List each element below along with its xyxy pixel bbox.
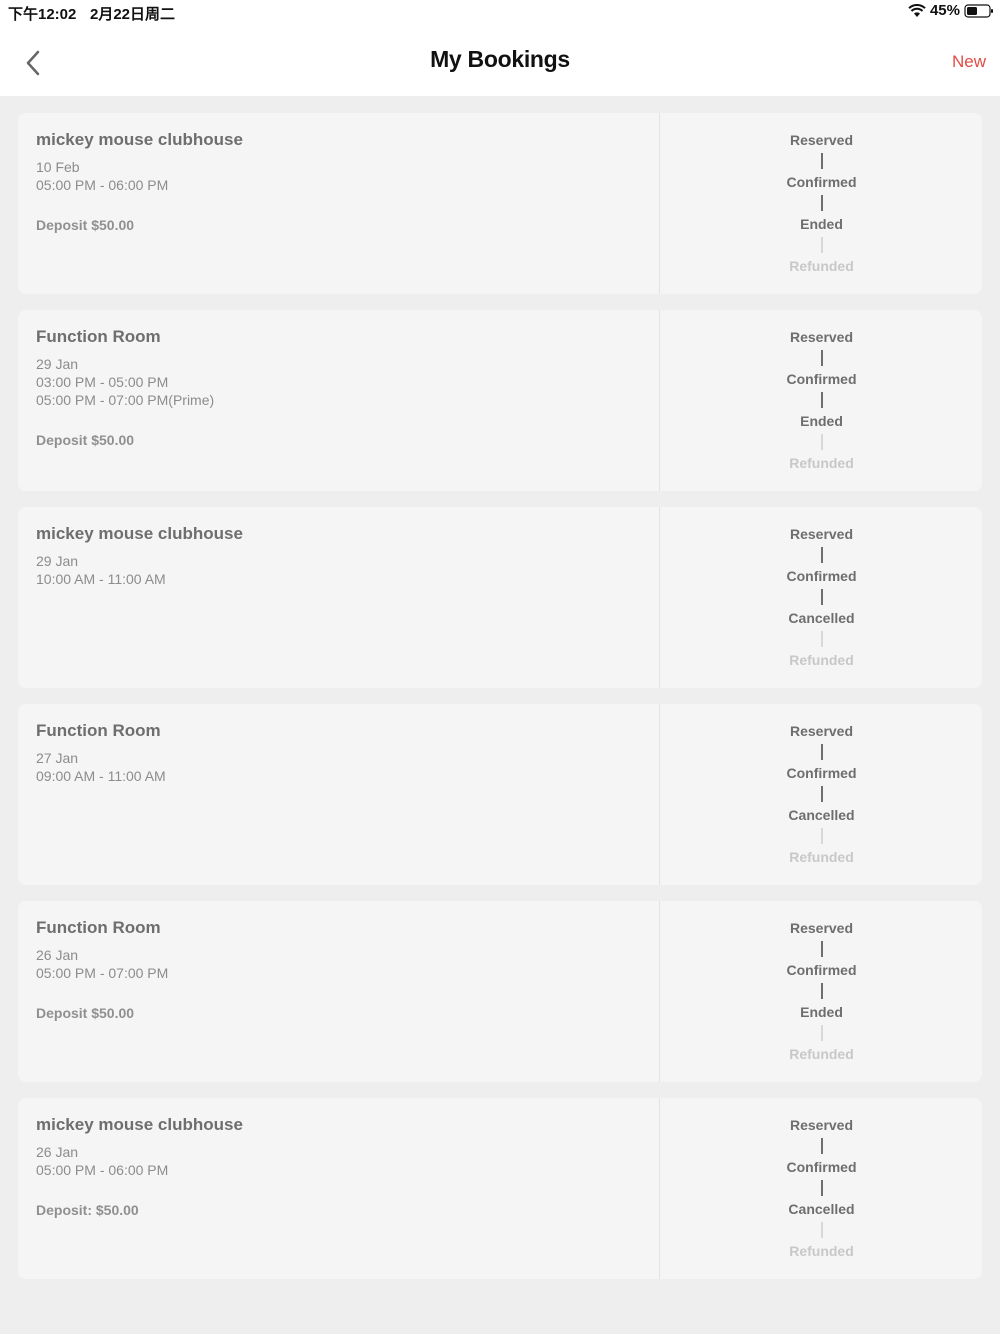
booking-title: mickey mouse clubhouse bbox=[36, 130, 243, 149]
status-confirmed: Confirmed bbox=[786, 371, 857, 387]
booking-details: mickey mouse clubhouse 10 Feb 05:00 PM - 0… bbox=[18, 113, 660, 294]
status-reserved: Reserved bbox=[789, 723, 854, 739]
status-refunded: Refunded bbox=[789, 849, 854, 865]
booking-time-slot: 03:00 PM - 05:00 PM bbox=[36, 374, 169, 390]
status-connector bbox=[820, 786, 823, 802]
status-connector bbox=[820, 392, 823, 408]
booking-title: mickey mouse clubhouse bbox=[36, 1115, 243, 1134]
status-outcome: Ended bbox=[800, 413, 843, 429]
booking-card[interactable]: Function Room 27 Jan 09:00 AM - 11:00 AM Re… bbox=[18, 704, 982, 885]
status-reserved: Reserved bbox=[789, 526, 854, 542]
status-reserved: Reserved bbox=[789, 1117, 854, 1133]
booking-status-timeline: Reserved Confirmed Cancelled Refunded bbox=[661, 507, 982, 688]
status-connector bbox=[820, 1180, 823, 1196]
status-connector bbox=[820, 237, 823, 253]
status-confirmed: Confirmed bbox=[786, 962, 857, 978]
booking-title: Function Room bbox=[36, 327, 161, 346]
status-confirmed: Confirmed bbox=[786, 174, 857, 190]
status-refunded: Refunded bbox=[789, 652, 854, 668]
booking-status-timeline: Reserved Confirmed Ended Refunded bbox=[661, 901, 982, 1082]
status-time: 下午12:02 bbox=[8, 6, 77, 23]
status-connector bbox=[820, 153, 823, 169]
status-refunded: Refunded bbox=[789, 455, 854, 471]
status-connector bbox=[820, 195, 823, 211]
booking-time-slot: 05:00 PM - 06:00 PM bbox=[36, 1162, 169, 1178]
booking-date: 26 Jan bbox=[36, 947, 79, 963]
status-outcome: Cancelled bbox=[788, 807, 855, 823]
booking-title: Function Room bbox=[36, 918, 161, 937]
booking-details: Function Room 27 Jan 09:00 AM - 11:00 AM bbox=[18, 704, 660, 885]
booking-time-slot: 05:00 PM - 06:00 PM bbox=[36, 177, 169, 193]
booking-title: mickey mouse clubhouse bbox=[36, 524, 243, 543]
status-connector bbox=[820, 631, 823, 647]
booking-date: 29 Jan bbox=[36, 553, 79, 569]
status-outcome: Cancelled bbox=[788, 610, 855, 626]
booking-time-slot: 05:00 PM - 07:00 PM(Prime) bbox=[36, 392, 215, 408]
booking-date: 10 Feb bbox=[36, 159, 80, 175]
status-connector bbox=[820, 350, 823, 366]
booking-date: 27 Jan bbox=[36, 750, 79, 766]
booking-details: mickey mouse clubhouse 29 Jan 10:00 AM - 1… bbox=[18, 507, 660, 688]
status-indicators: 45% bbox=[908, 2, 994, 19]
status-connector bbox=[820, 744, 823, 760]
booking-card[interactable]: Function Room 26 Jan 05:00 PM - 07:00 PM De… bbox=[18, 901, 982, 1082]
wifi-icon bbox=[908, 3, 926, 18]
status-reserved: Reserved bbox=[789, 329, 854, 345]
status-reserved: Reserved bbox=[789, 920, 854, 936]
status-connector bbox=[820, 547, 823, 563]
status-refunded: Refunded bbox=[789, 258, 854, 274]
booking-status-timeline: Reserved Confirmed Cancelled Refunded bbox=[661, 1098, 982, 1279]
booking-date: 29 Jan bbox=[36, 356, 79, 372]
booking-details: mickey mouse clubhouse 26 Jan 05:00 PM - 0… bbox=[18, 1098, 660, 1279]
booking-deposit: Deposit $50.00 bbox=[36, 432, 135, 448]
status-connector bbox=[820, 828, 823, 844]
battery-icon bbox=[964, 3, 994, 18]
status-connector bbox=[820, 589, 823, 605]
booking-deposit: Deposit $50.00 bbox=[36, 1005, 135, 1021]
new-booking-button[interactable]: New bbox=[952, 52, 986, 72]
booking-title: Function Room bbox=[36, 721, 161, 740]
status-outcome: Ended bbox=[800, 1004, 843, 1020]
booking-deposit: Deposit: $50.00 bbox=[36, 1202, 139, 1218]
status-connector bbox=[820, 434, 823, 450]
booking-card[interactable]: mickey mouse clubhouse 26 Jan 05:00 PM - 0… bbox=[18, 1098, 982, 1279]
status-connector bbox=[820, 983, 823, 999]
status-confirmed: Confirmed bbox=[786, 1159, 857, 1175]
status-connector bbox=[820, 1025, 823, 1041]
status-bar: 下午12:02 2月22日周二 45% bbox=[0, 0, 1000, 26]
booking-time-slot: 05:00 PM - 07:00 PM bbox=[36, 965, 169, 981]
booking-details: Function Room 26 Jan 05:00 PM - 07:00 PM De… bbox=[18, 901, 660, 1082]
status-connector bbox=[820, 1138, 823, 1154]
status-outcome: Cancelled bbox=[788, 1201, 855, 1217]
battery-percent: 45% bbox=[929, 2, 960, 19]
booking-list: mickey mouse clubhouse 10 Feb 05:00 PM - 0… bbox=[18, 113, 982, 1295]
booking-status-timeline: Reserved Confirmed Ended Refunded bbox=[661, 113, 982, 294]
status-confirmed: Confirmed bbox=[786, 568, 857, 584]
status-reserved: Reserved bbox=[789, 132, 854, 148]
status-connector bbox=[820, 1222, 823, 1238]
booking-date: 26 Jan bbox=[36, 1144, 79, 1160]
booking-card[interactable]: mickey mouse clubhouse 29 Jan 10:00 AM - 1… bbox=[18, 507, 982, 688]
navigation-bar: 下午12:02 2月22日周二 45% My Bookings New bbox=[0, 0, 1000, 96]
booking-status-timeline: Reserved Confirmed Cancelled Refunded bbox=[661, 704, 982, 885]
booking-status-timeline: Reserved Confirmed Ended Refunded bbox=[661, 310, 982, 491]
status-refunded: Refunded bbox=[789, 1243, 854, 1259]
status-date: 2月22日周二 bbox=[90, 6, 176, 23]
booking-card[interactable]: Function Room 29 Jan 03:00 PM - 05:00 PM 05… bbox=[18, 310, 982, 491]
page-title: My Bookings bbox=[430, 46, 570, 72]
status-connector bbox=[820, 941, 823, 957]
booking-card[interactable]: mickey mouse clubhouse 10 Feb 05:00 PM - 0… bbox=[18, 113, 982, 294]
booking-details: Function Room 29 Jan 03:00 PM - 05:00 PM 05… bbox=[18, 310, 660, 491]
status-outcome: Ended bbox=[800, 216, 843, 232]
status-confirmed: Confirmed bbox=[786, 765, 857, 781]
status-refunded: Refunded bbox=[789, 1046, 854, 1062]
booking-time-slot: 09:00 AM - 11:00 AM bbox=[36, 768, 166, 784]
booking-time-slot: 10:00 AM - 11:00 AM bbox=[36, 571, 166, 587]
booking-deposit: Deposit $50.00 bbox=[36, 217, 135, 233]
